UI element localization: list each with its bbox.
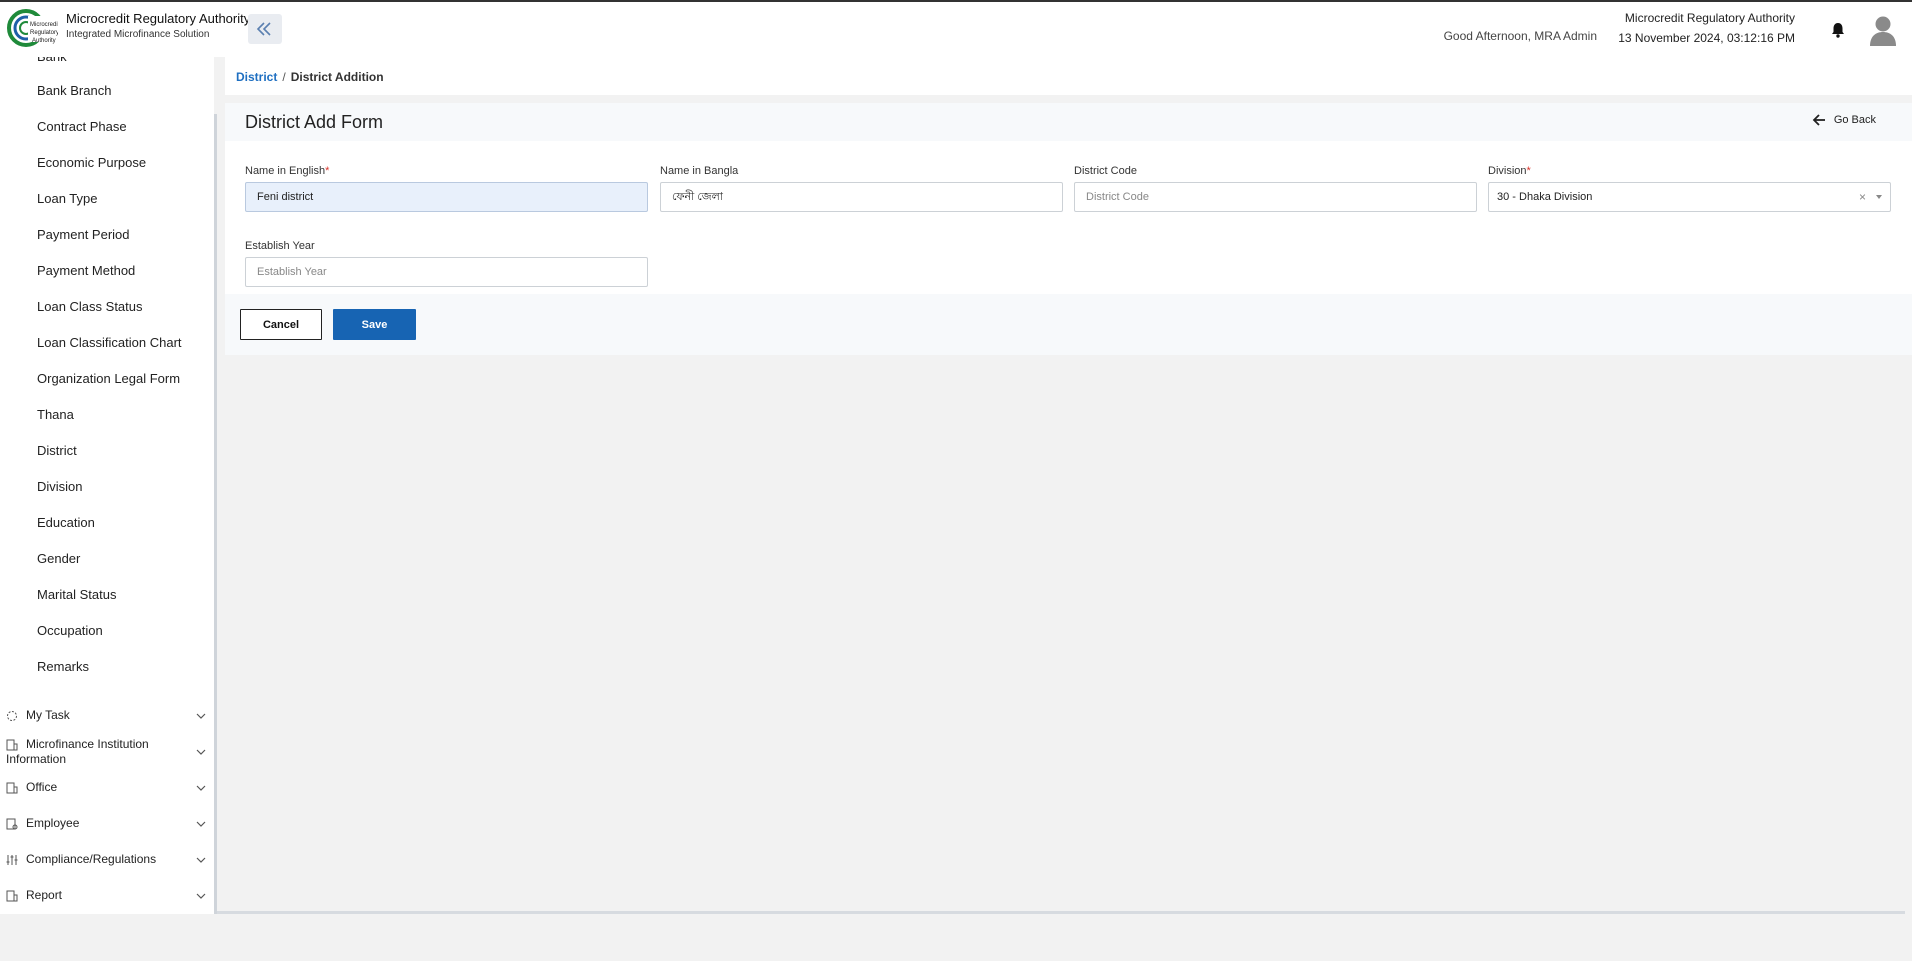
greeting-text: Good Afternoon, MRA Admin [1443, 29, 1597, 43]
institution-icon [6, 739, 18, 751]
sidebar-item-loan-classification-chart[interactable]: Loan Classification Chart [37, 333, 182, 353]
sidebar-item-district[interactable]: District [37, 441, 77, 461]
form-actions: Cancel Save [225, 294, 1912, 355]
name-bangla-field: Name in Bangla [660, 165, 1063, 212]
form-title: District Add Form [245, 112, 384, 132]
header-info: Microcredit Regulatory Authority 13 Nove… [1618, 10, 1795, 46]
brand-subtitle: Integrated Microfinance Solution [66, 29, 210, 40]
sidebar-item-payment-period[interactable]: Payment Period [37, 225, 130, 245]
sidebar-group-my-task[interactable]: My Task [6, 708, 206, 726]
sidebar-group-report[interactable]: Report [6, 888, 206, 906]
name-english-input[interactable] [245, 182, 648, 212]
notification-bell-icon[interactable] [1829, 21, 1847, 39]
name-english-field: Name in English* [245, 165, 648, 212]
district-code-label: District Code [1074, 165, 1137, 177]
breadcrumb-district-link[interactable]: District [236, 70, 277, 84]
sidebar-item-organization-legal-form[interactable]: Organization Legal Form [37, 369, 180, 389]
establish-year-field: Establish Year [245, 240, 648, 287]
breadcrumb: District / District Addition [236, 70, 384, 84]
sidebar-item-thana[interactable]: Thana [37, 405, 74, 425]
sidebar-item-gender[interactable]: Gender [37, 549, 80, 569]
sidebar-group-compliance-regulations[interactable]: Compliance/Regulations [6, 852, 206, 870]
sidebar-item-education[interactable]: Education [37, 513, 95, 533]
dropdown-arrow-icon[interactable] [1876, 195, 1882, 199]
go-back-label: Go Back [1833, 114, 1876, 126]
sidebar-item-division[interactable]: Division [37, 477, 83, 497]
sidebar-group-microfinance-institution[interactable]: Microfinance Institution Information [6, 737, 206, 769]
sidebar-group-employee[interactable]: Employee [6, 816, 206, 834]
district-code-input[interactable] [1074, 182, 1477, 212]
current-datetime: 13 November 2024, 03:12:16 PM [1618, 31, 1795, 45]
sidebar-item-loan-type[interactable]: Loan Type [37, 189, 97, 209]
chevron-down-icon [196, 821, 206, 827]
save-button[interactable]: Save [333, 309, 416, 340]
chevron-down-icon [196, 713, 206, 719]
arrow-left-icon [1812, 114, 1825, 126]
collapse-sidebar-button[interactable] [248, 14, 282, 44]
task-icon [7, 711, 17, 721]
establish-year-input[interactable] [245, 257, 648, 287]
breadcrumb-current: District Addition [290, 70, 384, 84]
go-back-button[interactable]: Go Back [1812, 114, 1876, 126]
sidebar-item-bank-branch[interactable]: Bank Branch [37, 81, 111, 101]
division-label: Division* [1488, 165, 1531, 177]
sidebar-group-label-line2: Information [6, 752, 67, 766]
brand-title: Microcredit Regulatory Authority [66, 11, 251, 26]
chevron-down-icon [196, 749, 206, 755]
sidebar-group-label: Office [26, 780, 58, 794]
sidebar-group-office[interactable]: Office [6, 780, 206, 798]
sidebar-item-loan-class-status[interactable]: Loan Class Status [37, 297, 143, 317]
sidebar-item-contract-phase[interactable]: Contract Phase [37, 117, 127, 137]
chevron-down-icon [196, 857, 206, 863]
brand: Microcredit Regulatory Authority Integra… [66, 11, 250, 43]
name-bangla-input[interactable] [660, 182, 1063, 212]
svg-text:Authority: Authority [32, 38, 56, 44]
svg-text:Microcredit: Microcredit [30, 22, 58, 28]
sidebar-item-marital-status[interactable]: Marital Status [37, 585, 116, 605]
sidebar-item-remarks[interactable]: Remarks [37, 657, 89, 677]
chevron-down-icon [196, 785, 206, 791]
chevron-down-icon [196, 893, 206, 899]
name-bangla-label: Name in Bangla [660, 165, 739, 177]
user-avatar-icon[interactable] [1868, 14, 1898, 46]
breadcrumb-bar: District / District Addition [225, 57, 1912, 95]
sidebar-group-label: Microfinance Institution [26, 737, 149, 751]
mra-logo: Microcredit Regulatory Authority [6, 8, 60, 48]
sidebar-item-occupation[interactable]: Occupation [37, 621, 103, 641]
employee-icon [6, 818, 18, 830]
clear-icon[interactable]: × [1859, 190, 1866, 204]
sidebar-group-label: Employee [26, 816, 80, 830]
sidebar-group-label: Report [26, 888, 63, 902]
sidebar-group-label: Compliance/Regulations [26, 852, 157, 866]
cancel-button[interactable]: Cancel [240, 309, 322, 340]
content-bottom-border [217, 911, 1905, 914]
report-icon [6, 890, 18, 902]
establish-year-label: Establish Year [245, 240, 315, 252]
sidebar-item-economic-purpose[interactable]: Economic Purpose [37, 153, 146, 173]
district-code-field: District Code [1074, 165, 1477, 212]
top-bar: Microcredit Regulatory Authority Microcr… [0, 0, 1912, 57]
sidebar: Bank Bank Branch Contract Phase Economic… [0, 57, 214, 914]
double-chevron-left-icon [256, 22, 271, 36]
office-icon [6, 782, 18, 794]
sidebar-scrollbar[interactable] [214, 114, 217, 914]
sidebar-item-payment-method[interactable]: Payment Method [37, 261, 135, 281]
breadcrumb-separator: / [282, 70, 286, 84]
sidebar-group-label: My Task [26, 708, 70, 722]
division-field: Division* 30 - Dhaka Division × [1488, 165, 1891, 212]
form-header: District Add Form Go Back [225, 103, 1912, 141]
org-name: Microcredit Regulatory Authority [1624, 11, 1795, 25]
division-selected-value: 30 - Dhaka Division [1497, 191, 1593, 203]
name-english-label: Name in English* [245, 165, 330, 177]
sidebar-item-bank[interactable]: Bank [37, 57, 67, 67]
division-select[interactable]: 30 - Dhaka Division × [1488, 182, 1891, 212]
sliders-icon [6, 855, 18, 865]
svg-text:Regulatory: Regulatory [30, 30, 58, 36]
